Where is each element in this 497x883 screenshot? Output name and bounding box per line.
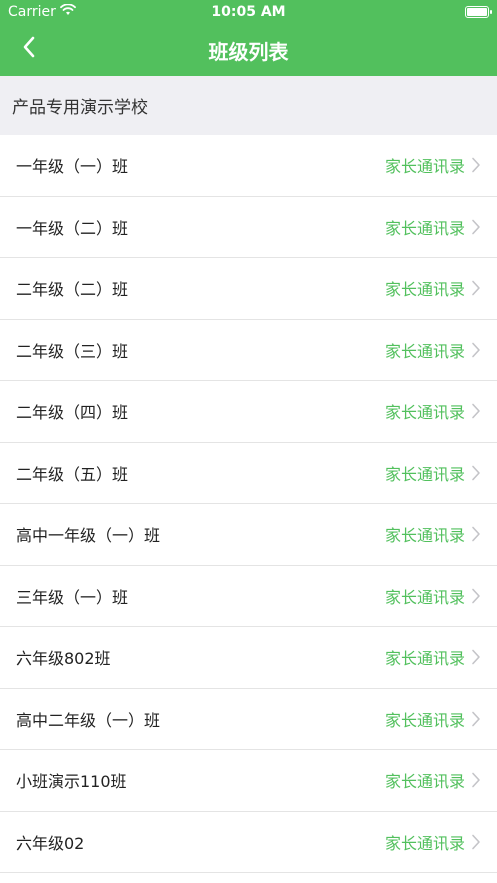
school-name: 产品专用演示学校 — [12, 98, 148, 118]
class-row[interactable]: 一年级（一）班 家长通讯录 — [0, 135, 497, 197]
back-button[interactable] — [14, 34, 44, 64]
parent-contacts-link[interactable]: 家长通讯录 — [385, 153, 481, 177]
app-header: Carrier 10:05 AM 班级列表 — [0, 0, 497, 76]
class-row[interactable]: 六年级802班 家长通讯录 — [0, 627, 497, 689]
class-name: 高中二年级（一）班 — [16, 710, 161, 730]
parent-contacts-link[interactable]: 家长通讯录 — [385, 399, 481, 423]
parent-contacts-label: 家长通讯录 — [384, 649, 465, 669]
chevron-right-icon — [471, 403, 481, 419]
status-time: 10:05 AM — [211, 4, 286, 20]
class-row[interactable]: 二年级（五）班 家长通讯录 — [0, 443, 497, 504]
chevron-right-icon — [471, 772, 481, 788]
class-name: 二年级（四）班 — [16, 403, 129, 423]
class-name: 高中一年级（一）班 — [16, 526, 161, 546]
parent-contacts-link[interactable]: 家长通讯录 — [385, 584, 481, 608]
class-name: 二年级（二）班 — [16, 280, 129, 300]
chevron-right-icon — [471, 219, 481, 235]
status-bar: Carrier 10:05 AM — [0, 0, 497, 24]
parent-contacts-label: 家长通讯录 — [384, 280, 465, 300]
parent-contacts-link[interactable]: 家长通讯录 — [385, 830, 481, 854]
parent-contacts-link[interactable]: 家长通讯录 — [385, 215, 481, 239]
class-list: 一年级（一）班 家长通讯录 一年级（二）班 家长通讯录 二年级（二）班 家长通讯… — [0, 135, 497, 873]
class-name: 小班演示110班 — [16, 772, 127, 792]
parent-contacts-link[interactable]: 家长通讯录 — [385, 522, 481, 546]
parent-contacts-label: 家长通讯录 — [384, 464, 465, 484]
chevron-right-icon — [471, 465, 481, 481]
parent-contacts-link[interactable]: 家长通讯录 — [385, 461, 481, 485]
school-section-header: 产品专用演示学校 — [0, 76, 497, 135]
class-name: 二年级（五）班 — [16, 464, 129, 484]
parent-contacts-link[interactable]: 家长通讯录 — [385, 645, 481, 669]
chevron-right-icon — [471, 711, 481, 727]
class-row[interactable]: 高中二年级（一）班 家长通讯录 — [0, 689, 497, 750]
class-row[interactable]: 二年级（四）班 家长通讯录 — [0, 381, 497, 443]
class-row[interactable]: 一年级（二）班 家长通讯录 — [0, 197, 497, 258]
parent-contacts-label: 家长通讯录 — [384, 587, 465, 607]
class-name: 一年级（一）班 — [16, 157, 129, 177]
parent-contacts-label: 家长通讯录 — [384, 403, 465, 423]
parent-contacts-label: 家长通讯录 — [384, 218, 465, 238]
chevron-right-icon — [471, 526, 481, 542]
class-name: 六年级02 — [16, 833, 85, 853]
class-row[interactable]: 六年级02 家长通讯录 — [0, 812, 497, 873]
navigation-bar: 班级列表 — [0, 24, 497, 76]
parent-contacts-label: 家长通讯录 — [384, 772, 465, 792]
battery-level — [467, 8, 487, 16]
class-name: 三年级（一）班 — [16, 587, 129, 607]
chevron-left-icon — [22, 36, 36, 62]
class-name: 二年级（三）班 — [16, 341, 129, 361]
chevron-right-icon — [471, 280, 481, 296]
class-row[interactable]: 三年级（一）班 家长通讯录 — [0, 566, 497, 627]
class-row[interactable]: 二年级（三）班 家长通讯录 — [0, 320, 497, 381]
parent-contacts-link[interactable]: 家长通讯录 — [385, 276, 481, 300]
parent-contacts-label: 家长通讯录 — [384, 341, 465, 361]
page-title: 班级列表 — [208, 39, 289, 64]
class-row[interactable]: 高中一年级（一）班 家长通讯录 — [0, 504, 497, 566]
chevron-right-icon — [471, 342, 481, 358]
chevron-right-icon — [471, 834, 481, 850]
class-name: 一年级（二）班 — [16, 218, 129, 238]
class-row[interactable]: 二年级（二）班 家长通讯录 — [0, 258, 497, 320]
class-name: 六年级802班 — [16, 649, 111, 669]
parent-contacts-label: 家长通讯录 — [384, 833, 465, 853]
parent-contacts-link[interactable]: 家长通讯录 — [385, 768, 481, 792]
chevron-right-icon — [471, 157, 481, 173]
parent-contacts-link[interactable]: 家长通讯录 — [385, 338, 481, 362]
chevron-right-icon — [471, 588, 481, 604]
parent-contacts-label: 家长通讯录 — [384, 157, 465, 177]
parent-contacts-label: 家长通讯录 — [384, 710, 465, 730]
battery-icon — [465, 6, 492, 18]
chevron-right-icon — [471, 649, 481, 665]
parent-contacts-link[interactable]: 家长通讯录 — [385, 707, 481, 731]
parent-contacts-label: 家长通讯录 — [384, 526, 465, 546]
class-row[interactable]: 小班演示110班 家长通讯录 — [0, 750, 497, 812]
